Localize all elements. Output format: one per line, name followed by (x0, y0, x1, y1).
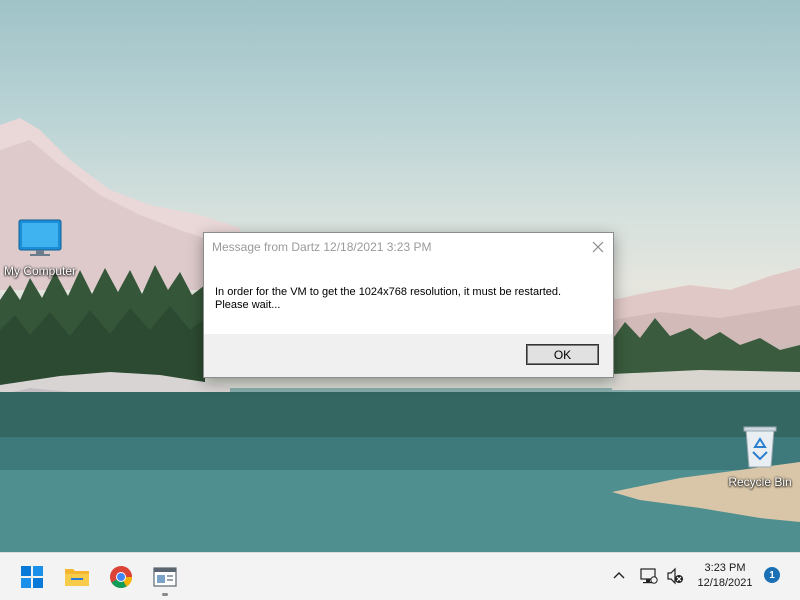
dialog-message-line: Please wait... (215, 299, 281, 311)
dialog-close-button[interactable] (583, 233, 613, 261)
message-dialog: Message from Dartz 12/18/2021 3:23 PM In… (203, 232, 614, 378)
app-window-icon (153, 567, 177, 587)
running-app-indicator (162, 593, 168, 596)
start-button[interactable] (14, 559, 50, 595)
taskbar-chrome[interactable] (103, 559, 139, 595)
dialog-title: Message from Dartz 12/18/2021 3:23 PM (212, 240, 432, 254)
windows-logo-icon (21, 566, 43, 588)
clock-time: 3:23 PM (704, 562, 746, 574)
desktop: My Computer Recycle Bin Message from Dar… (0, 0, 800, 552)
tray-overflow-button[interactable] (612, 568, 626, 587)
recycle-bin-icon (743, 426, 777, 468)
ok-button[interactable]: OK (526, 344, 599, 365)
desktop-icon-label: Recycle Bin (728, 475, 792, 489)
tray-network-button[interactable] (640, 567, 658, 590)
dialog-titlebar[interactable]: Message from Dartz 12/18/2021 3:23 PM (204, 233, 613, 261)
tray-volume-button[interactable] (666, 567, 684, 590)
dialog-message-line: In order for the VM to get the 1024x768 … (215, 286, 562, 298)
desktop-icon-label: My Computer (3, 264, 77, 278)
monitor-icon (18, 219, 62, 256)
taskbar-app-window[interactable] (147, 559, 183, 595)
folder-icon (65, 569, 89, 586)
network-icon (640, 568, 658, 584)
dialog-message: In order for the VM to get the 1024x768 … (215, 286, 603, 312)
volume-muted-icon (667, 567, 683, 585)
taskbar-clock[interactable]: 3:23 PM 12/18/2021 (692, 561, 758, 591)
close-icon (592, 241, 604, 253)
taskbar-file-explorer[interactable] (59, 559, 95, 595)
dialog-footer: OK (204, 334, 613, 377)
notification-badge[interactable]: 1 (764, 567, 780, 583)
clock-date: 12/18/2021 (697, 577, 753, 589)
desktop-icon-my-computer[interactable]: My Computer (0, 218, 80, 278)
chevron-up-icon (613, 572, 625, 579)
chrome-icon (110, 566, 132, 588)
taskbar: 3:23 PM 12/18/2021 (0, 552, 800, 600)
desktop-icon-recycle-bin[interactable]: Recycle Bin (720, 425, 800, 489)
